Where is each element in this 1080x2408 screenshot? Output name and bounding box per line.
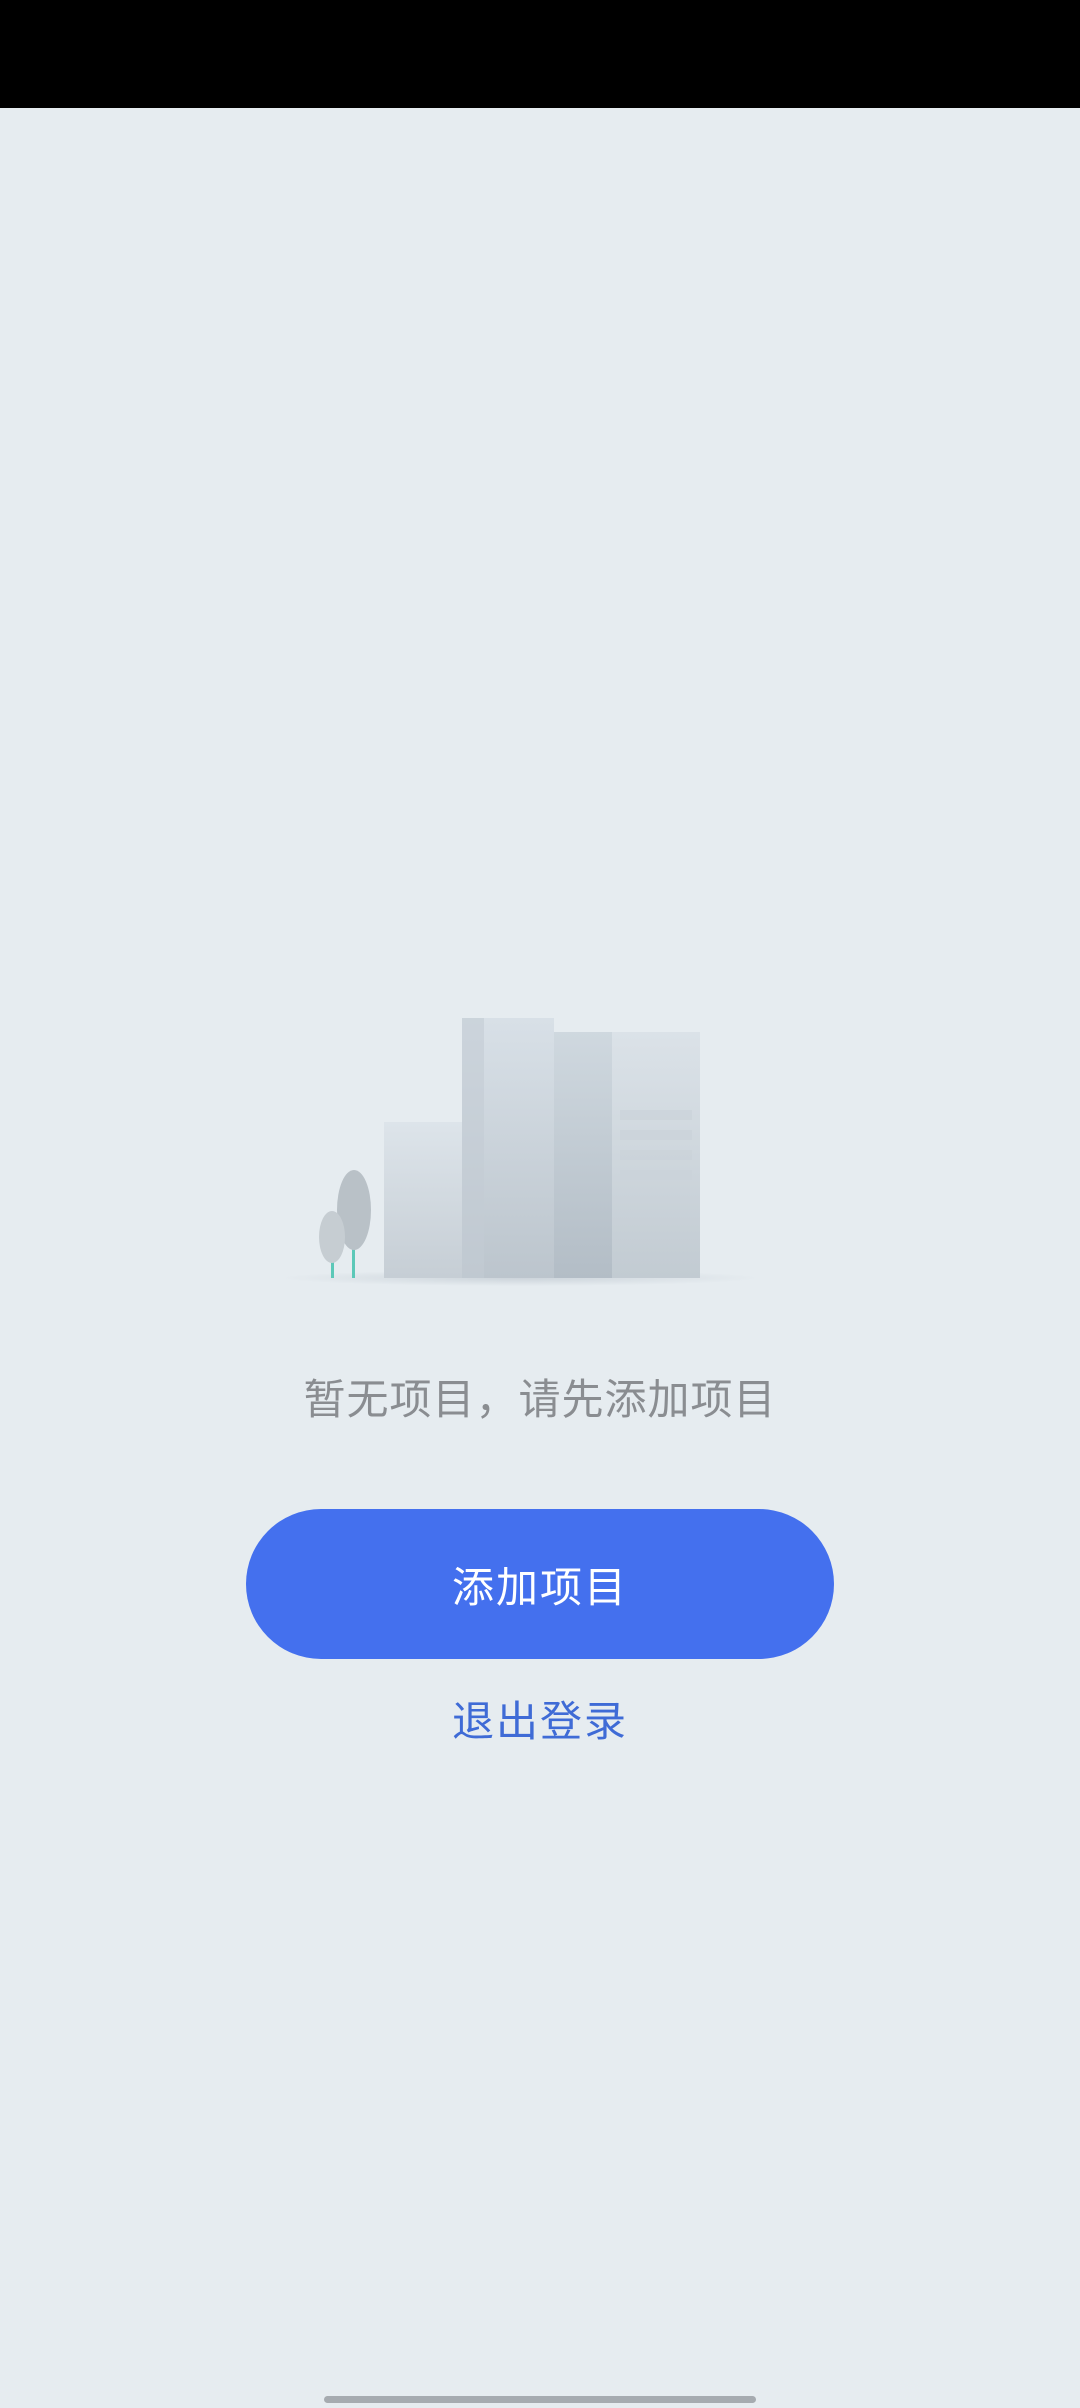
empty-state-message: 暂无项目，请先添加项目: [303, 1375, 777, 1424]
add-project-button[interactable]: 添加项目: [246, 1509, 834, 1659]
buildings-illustration: [270, 1000, 790, 1300]
home-indicator: [324, 2396, 756, 2403]
status-bar: [0, 0, 1080, 108]
logout-link[interactable]: 退出登录: [390, 1690, 690, 1754]
